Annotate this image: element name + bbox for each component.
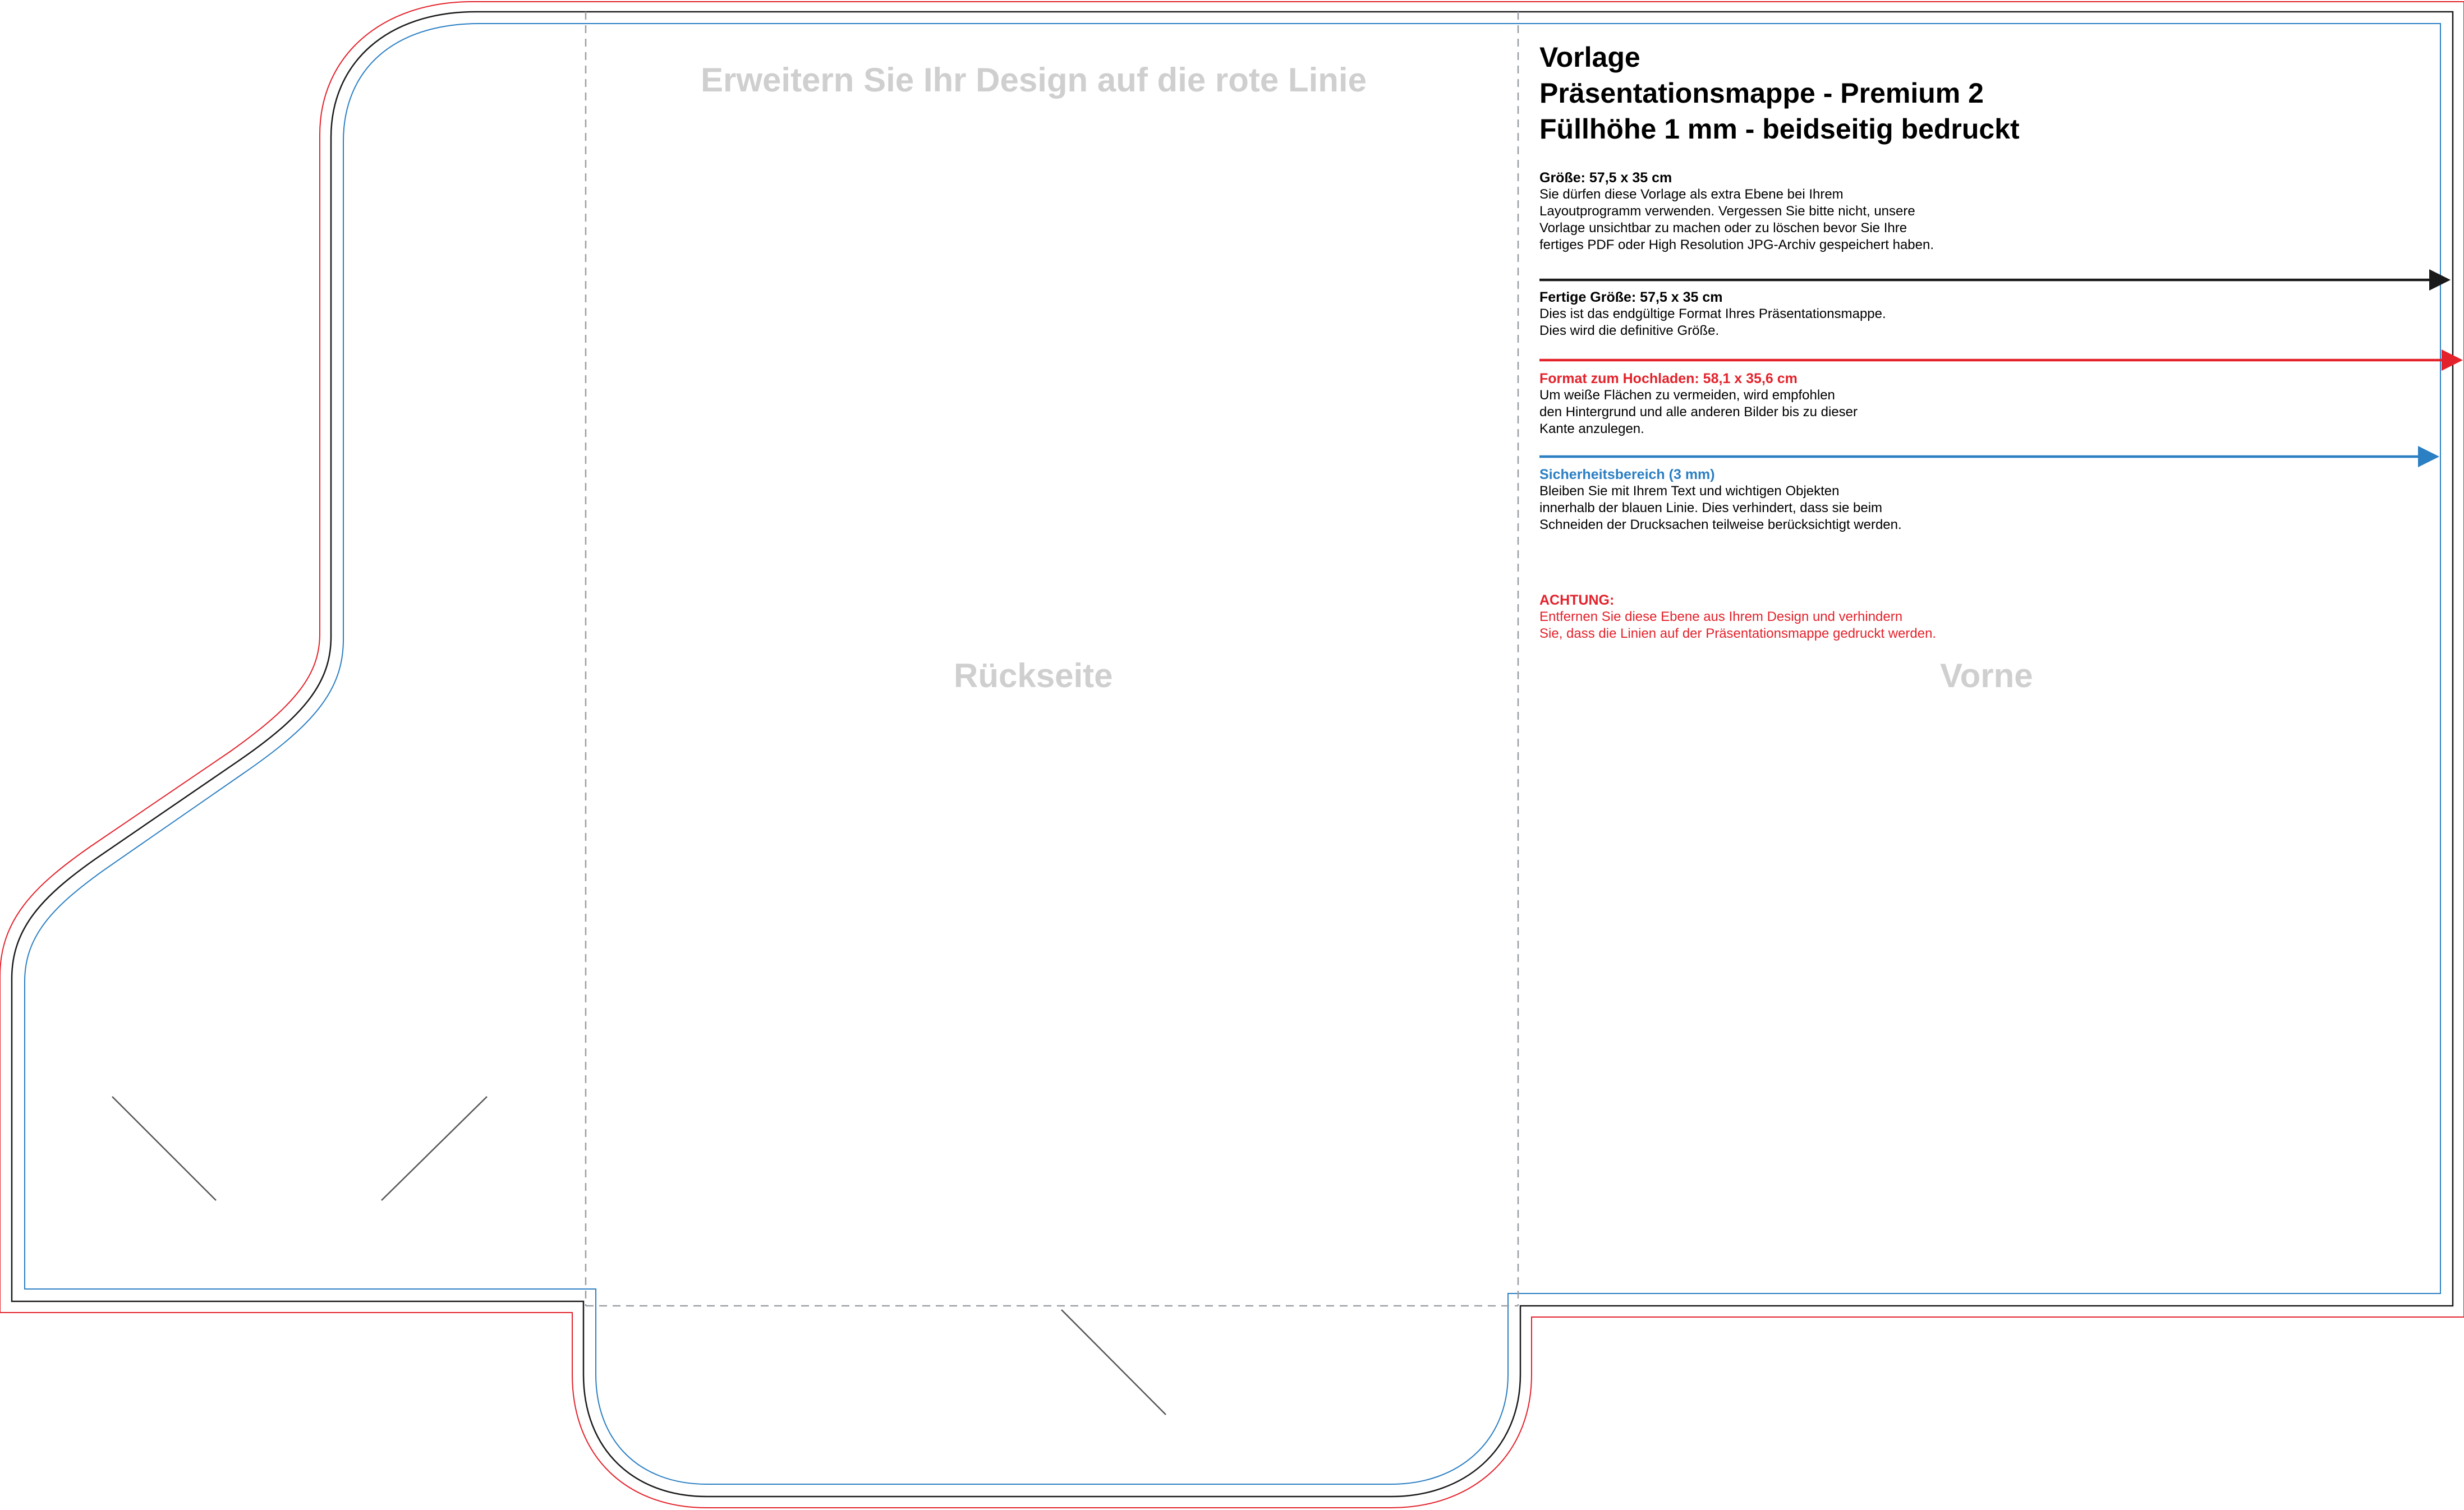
final-size-heading: Fertige Größe: 57,5 x 35 cm [1539, 289, 1723, 305]
cut-outline [11, 11, 2454, 1498]
warning-info-block: ACHTUNG: Entfernen Sie diese Ebene aus I… [1539, 592, 1936, 642]
front-panel-label: Vorne [1940, 657, 2033, 694]
size-text-line: Vorlage unsichtbar zu machen oder zu lös… [1539, 220, 1907, 236]
template-title-line-1: Vorlage [1539, 42, 1640, 73]
final-size-text-line: Dies wird die definitive Größe. [1539, 323, 1720, 338]
size-text-line: Layoutprogramm verwenden. Vergessen Sie … [1539, 204, 1915, 219]
template-title-line-2: Präsentationsmappe - Premium 2 [1539, 77, 1984, 109]
extend-design-hint: Erweitern Sie Ihr Design auf die rote Li… [701, 61, 1367, 99]
upload-format-heading: Format zum Hochladen: 58,1 x 35,6 cm [1539, 371, 1798, 386]
card-slit-right [381, 1096, 488, 1201]
card-slit-left [112, 1096, 217, 1201]
back-panel-label: Rückseite [954, 657, 1113, 694]
safety-area-heading: Sicherheitsbereich (3 mm) [1539, 467, 1715, 482]
pocket-slit [1061, 1309, 1166, 1415]
folder-template-canvas: Erweitern Sie Ihr Design auf die rote Li… [0, 0, 2464, 1510]
warning-text-line: Entfernen Sie diese Ebene aus Ihrem Desi… [1539, 609, 1903, 624]
safety-area-text-line: Schneiden der Drucksachen teilweise berü… [1539, 517, 1902, 532]
template-title-line-3: Füllhöhe 1 mm - beidseitig bedruckt [1539, 113, 2020, 145]
warning-heading: ACHTUNG: [1539, 592, 1615, 608]
size-heading: Größe: 57,5 x 35 cm [1539, 170, 1672, 186]
size-info-block: Größe: 57,5 x 35 cm Sie dürfen diese Vor… [1539, 169, 1934, 254]
safety-outline [24, 23, 2441, 1485]
safety-area-info-block: Sicherheitsbereich (3 mm) Bleiben Sie mi… [1539, 466, 1902, 533]
size-text-line: fertiges PDF oder High Resolution JPG-Ar… [1539, 237, 1934, 252]
safety-area-text-line: Bleiben Sie mit Ihrem Text und wichtigen… [1539, 484, 1840, 499]
warning-text-line: Sie, dass die Linien auf der Präsentatio… [1539, 626, 1937, 641]
upload-format-text-line: Um weiße Flächen zu vermeiden, wird empf… [1539, 388, 1835, 403]
bleed-outline [0, 1, 2464, 1508]
safety-area-text-line: innerhalb der blauen Linie. Dies verhind… [1539, 500, 1883, 515]
legend-arrowhead-safety [2418, 446, 2439, 467]
upload-format-text-line: den Hintergrund und alle anderen Bilder … [1539, 404, 1858, 420]
upload-format-info-block: Format zum Hochladen: 58,1 x 35,6 cm Um … [1539, 370, 1858, 438]
size-text-line: Sie dürfen diese Vorlage als extra Ebene… [1539, 187, 1844, 202]
final-size-text-line: Dies ist das endgültige Format Ihres Prä… [1539, 306, 1886, 321]
upload-format-text-line: Kante anzulegen. [1539, 421, 1644, 436]
dieline-drawing [0, 1, 2464, 1508]
final-size-info-block: Fertige Größe: 57,5 x 35 cm Dies ist das… [1539, 289, 1886, 339]
